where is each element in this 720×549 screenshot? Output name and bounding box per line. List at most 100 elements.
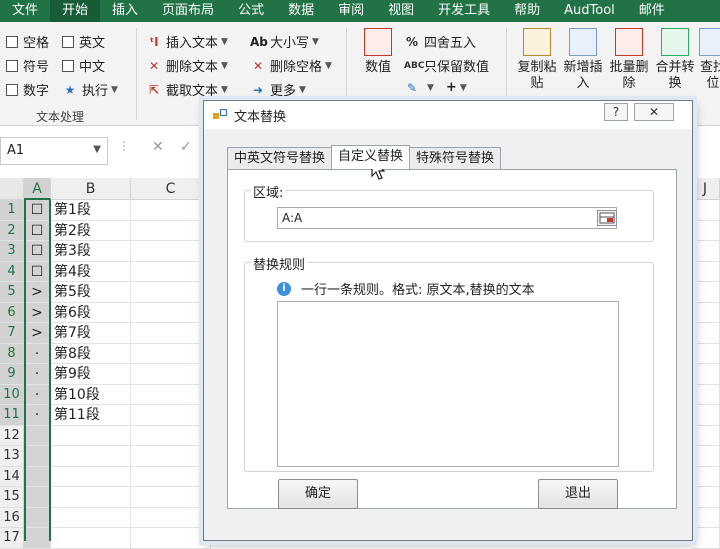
cell-a[interactable]: ☐ xyxy=(24,220,51,241)
menu-tab[interactable]: AudTool xyxy=(552,0,627,22)
cell-b[interactable] xyxy=(51,446,131,467)
cell-c[interactable] xyxy=(131,200,211,221)
insert-text-button[interactable]: ᵗI 插入文本 ▼ xyxy=(146,32,228,52)
row-header[interactable]: 6 xyxy=(0,302,24,323)
checkbox-symbol[interactable]: 符号 xyxy=(6,56,49,75)
row-header[interactable]: 9 xyxy=(0,364,24,385)
row-header[interactable]: 15 xyxy=(0,487,24,508)
cell-c[interactable] xyxy=(131,343,211,364)
tab-cn-en-symbol[interactable]: 中英文符号替换 xyxy=(227,147,333,169)
cell-c[interactable] xyxy=(131,220,211,241)
row-header[interactable]: 11 xyxy=(0,405,24,426)
cell-c[interactable] xyxy=(131,507,211,528)
cell-a[interactable]: · xyxy=(24,364,51,385)
more-button[interactable]: ➜ 更多 ▼ xyxy=(250,80,306,100)
cell-b[interactable] xyxy=(51,466,131,487)
cell-c[interactable] xyxy=(131,446,211,467)
cell-j[interactable] xyxy=(691,200,720,221)
select-all-corner[interactable] xyxy=(0,178,24,200)
cell-c[interactable] xyxy=(131,282,211,303)
range-input[interactable]: A:A xyxy=(277,207,617,229)
cell-a[interactable]: · xyxy=(24,343,51,364)
row-header[interactable]: 3 xyxy=(0,241,24,262)
row-header[interactable]: 12 xyxy=(0,425,24,446)
cell-j[interactable] xyxy=(691,446,720,467)
execute-button[interactable]: ★ 执行 ▼ xyxy=(62,80,118,100)
cell-b[interactable]: 第3段 xyxy=(51,241,131,262)
cell-a[interactable] xyxy=(24,507,51,528)
add-insert-button[interactable]: 新增插入 xyxy=(560,28,606,92)
cell-c[interactable] xyxy=(131,261,211,282)
cell-j[interactable] xyxy=(691,323,720,344)
cell-c[interactable] xyxy=(131,384,211,405)
row-header[interactable]: 8 xyxy=(0,343,24,364)
menu-tab[interactable]: 开始 xyxy=(50,0,101,22)
delete-space-button[interactable]: ✕ 删除空格 ▼ xyxy=(250,56,332,76)
cell-c[interactable] xyxy=(131,528,211,549)
menu-tab[interactable]: 文件 xyxy=(0,0,50,22)
cell-j[interactable] xyxy=(691,343,720,364)
copy-paste-button[interactable]: 复制粘贴 xyxy=(514,28,560,92)
cell-b[interactable]: 第6段 xyxy=(51,302,131,323)
menu-tab[interactable]: 邮件 xyxy=(627,0,677,22)
cell-b[interactable]: 第1段 xyxy=(51,200,131,221)
cell-j[interactable] xyxy=(691,241,720,262)
cell-b[interactable]: 第2段 xyxy=(51,220,131,241)
row-header[interactable]: 16 xyxy=(0,507,24,528)
cell-a[interactable] xyxy=(24,446,51,467)
cell-c[interactable] xyxy=(131,302,211,323)
cell-j[interactable] xyxy=(691,282,720,303)
keep-value-button[interactable]: ABC 只保留数值 xyxy=(404,56,489,75)
menu-tab[interactable]: 页面布局 xyxy=(150,0,226,22)
cell-j[interactable] xyxy=(691,364,720,385)
checkbox-english[interactable]: 英文 xyxy=(62,32,105,51)
help-button[interactable]: ? xyxy=(604,103,628,121)
cell-b[interactable] xyxy=(51,487,131,508)
row-header[interactable]: 1 xyxy=(0,200,24,221)
cell-j[interactable] xyxy=(691,466,720,487)
checkbox-chinese[interactable]: 中文 xyxy=(62,56,105,75)
menu-tab[interactable]: 公式 xyxy=(226,0,276,22)
cancel-icon[interactable]: ✕ xyxy=(152,139,164,155)
cell-b[interactable]: 第4段 xyxy=(51,261,131,282)
cell-j[interactable] xyxy=(691,302,720,323)
row-header[interactable]: 14 xyxy=(0,466,24,487)
cell-a[interactable]: ☐ xyxy=(24,200,51,221)
merge-convert-button[interactable]: 合并转换 xyxy=(652,28,698,92)
menu-tab[interactable]: 开发工具 xyxy=(426,0,502,22)
cell-c[interactable] xyxy=(131,323,211,344)
cell-j[interactable] xyxy=(691,405,720,426)
cell-a[interactable]: ☐ xyxy=(24,261,51,282)
format-button[interactable]: ✎ ▼ + ▼ xyxy=(404,80,467,95)
confirm-icon[interactable]: ✓ xyxy=(180,139,192,155)
row-header[interactable]: 5 xyxy=(0,282,24,303)
row-header[interactable]: 13 xyxy=(0,446,24,467)
cell-b[interactable]: 第11段 xyxy=(51,405,131,426)
cell-b[interactable]: 第9段 xyxy=(51,364,131,385)
row-header[interactable]: 7 xyxy=(0,323,24,344)
find-position-button[interactable]: 查找位 xyxy=(698,28,720,92)
cell-b[interactable]: 第5段 xyxy=(51,282,131,303)
cell-a[interactable]: ☐ xyxy=(24,241,51,262)
value-button[interactable]: 数值 xyxy=(358,28,398,76)
cell-a[interactable] xyxy=(24,425,51,446)
cell-c[interactable] xyxy=(131,487,211,508)
cell-j[interactable] xyxy=(691,220,720,241)
cell-c[interactable] xyxy=(131,425,211,446)
cell-a[interactable] xyxy=(24,466,51,487)
cell-a[interactable]: > xyxy=(24,323,51,344)
round-button[interactable]: % 四舍五入 xyxy=(404,32,476,52)
range-picker-button[interactable] xyxy=(597,210,617,226)
row-header[interactable]: 17 xyxy=(0,528,24,549)
menu-tab[interactable]: 插入 xyxy=(100,0,150,22)
cell-j[interactable] xyxy=(691,425,720,446)
column-header-a[interactable]: A xyxy=(24,178,51,200)
tab-special-symbol[interactable]: 特殊符号替换 xyxy=(409,147,502,169)
column-header-b[interactable]: B xyxy=(51,178,131,200)
cell-j[interactable] xyxy=(691,487,720,508)
cell-b[interactable]: 第8段 xyxy=(51,343,131,364)
cell-b[interactable] xyxy=(51,507,131,528)
row-header[interactable]: 4 xyxy=(0,261,24,282)
ok-button[interactable]: 确定 xyxy=(278,479,358,509)
menu-tab[interactable]: 数据 xyxy=(276,0,326,22)
